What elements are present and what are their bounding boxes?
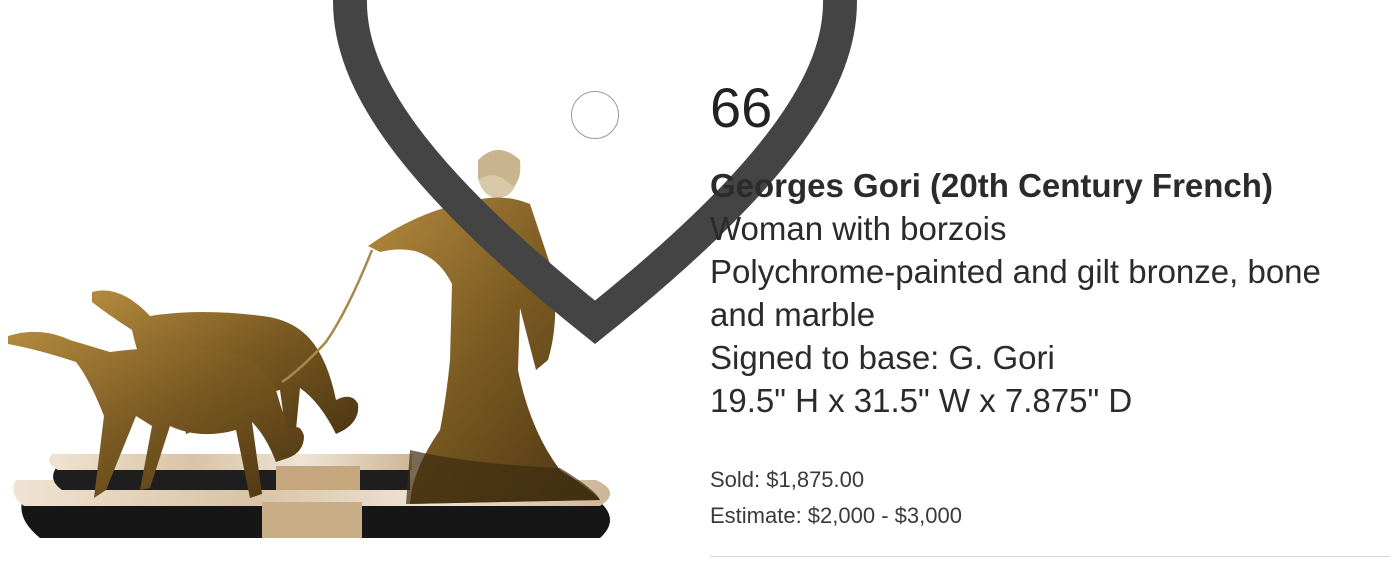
lot-details: 66 Georges Gori (20th Century French) Wo…	[710, 78, 1390, 534]
lot-medium-continued: and marble	[710, 296, 876, 333]
favorite-button[interactable]	[333, 0, 857, 345]
lot-title: Woman with borzois	[710, 210, 1007, 247]
divider	[710, 556, 1390, 557]
price-block: Sold: $1,875.00 Estimate: $2,000 - $3,00…	[710, 462, 1390, 534]
lot-medium: Polychrome-painted and gilt bronze, bone	[710, 253, 1321, 290]
lot-signature: Signed to base: G. Gori	[710, 339, 1055, 376]
estimate-range: Estimate: $2,000 - $3,000	[710, 503, 962, 528]
sold-price: Sold: $1,875.00	[710, 467, 865, 492]
lot-dimensions: 19.5" H x 31.5" W x 7.875" D	[710, 382, 1133, 419]
lot-number: 66	[710, 76, 773, 139]
lot-image[interactable]	[0, 0, 857, 560]
lot-artist[interactable]: Georges Gori (20th Century French)	[710, 164, 1390, 207]
